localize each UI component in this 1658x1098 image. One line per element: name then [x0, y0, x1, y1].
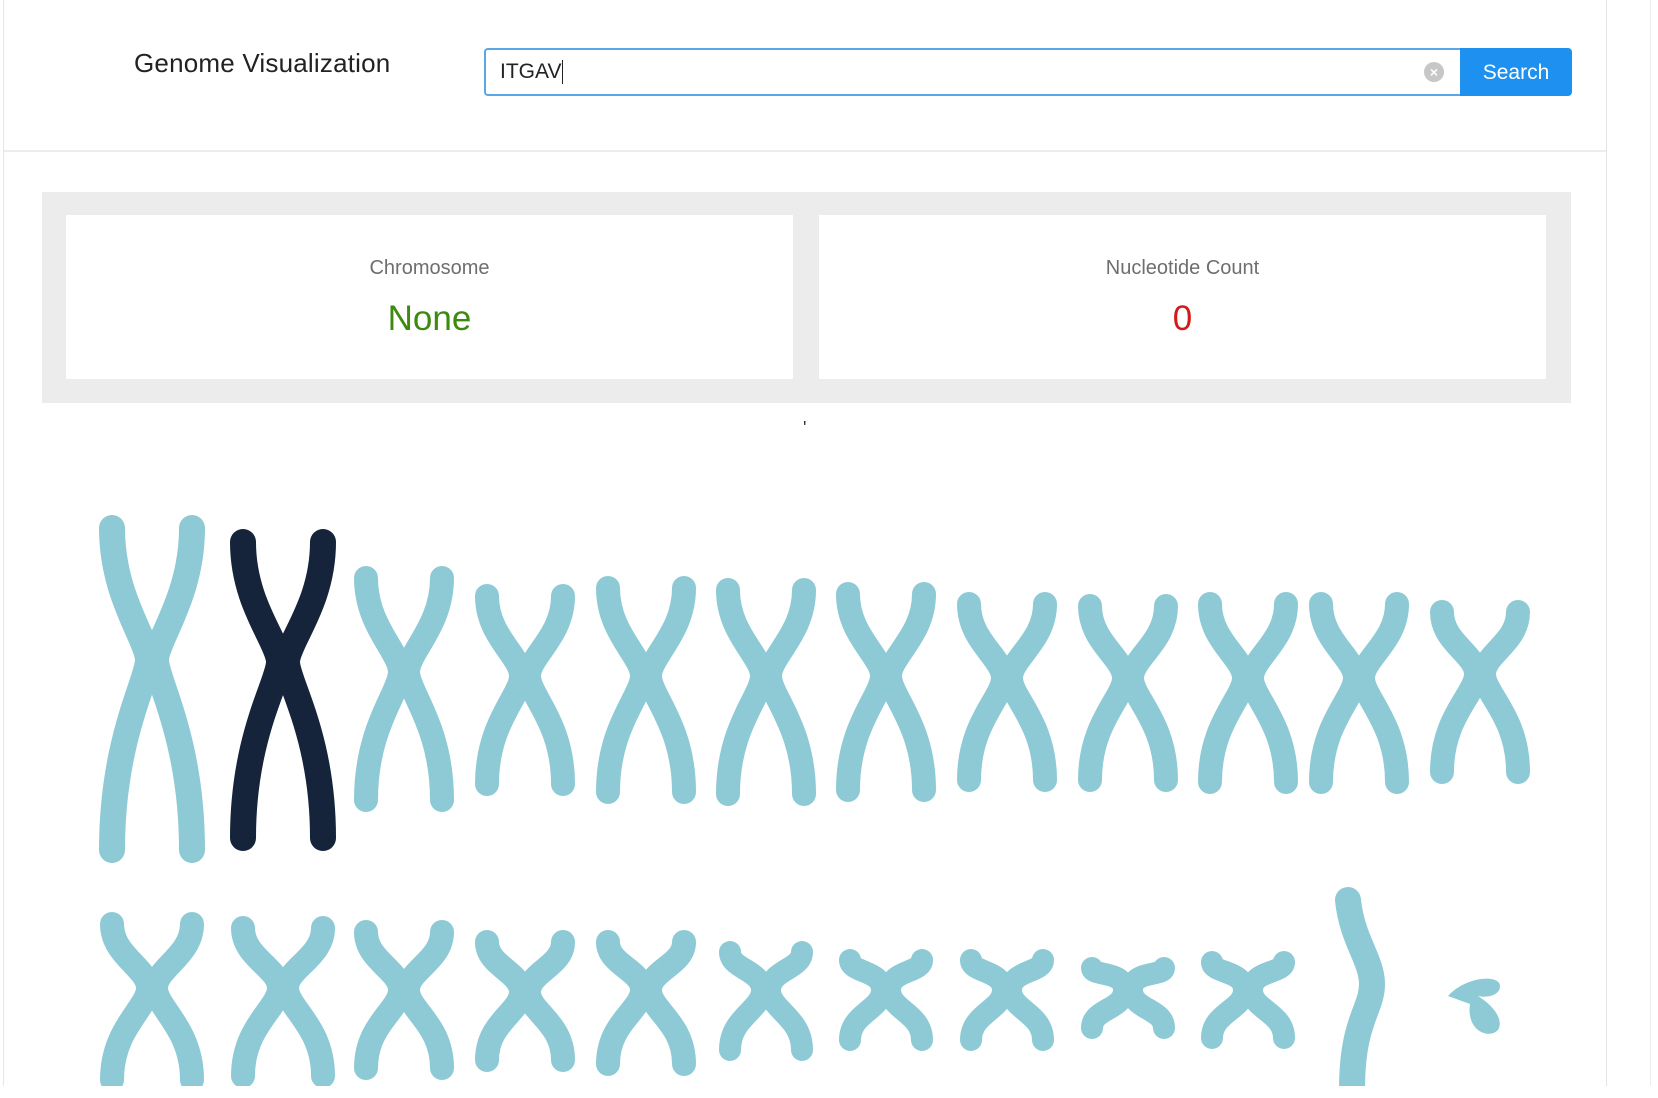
chromosome-18[interactable]	[719, 941, 813, 1061]
chromatid	[273, 529, 336, 851]
chromosome-22[interactable]	[1201, 951, 1295, 1049]
chromatid	[716, 578, 775, 806]
stats-panel: Chromosome None Nucleotide Count 0	[42, 192, 1571, 403]
chromatid	[836, 582, 895, 802]
chromatid	[395, 566, 454, 812]
chromatid	[719, 941, 774, 1061]
chromatid	[1201, 951, 1256, 1049]
chromatid	[637, 576, 696, 804]
karyotype-canvas	[99, 515, 1530, 1086]
chromatid	[1081, 957, 1136, 1039]
chromatid	[354, 920, 413, 1080]
chromosome-1[interactable]	[99, 515, 205, 863]
nucleotide-count-label: Nucleotide Count	[1105, 257, 1260, 279]
chromosome-7[interactable]	[836, 582, 936, 802]
chromatid	[1448, 978, 1500, 1034]
chromosome-11[interactable]	[1309, 592, 1409, 794]
clear-icon[interactable]: ×	[1424, 62, 1444, 82]
header-divider	[4, 150, 1606, 152]
chromatid	[757, 578, 816, 806]
chromatid	[143, 912, 204, 1086]
chromatid	[231, 916, 292, 1086]
chromatid	[637, 930, 696, 1076]
chromosome-8[interactable]	[957, 592, 1057, 792]
chromosome-label: Chromosome	[369, 257, 490, 279]
chromosome-value: None	[387, 299, 472, 338]
chromatid	[878, 949, 933, 1051]
chromosome-17[interactable]	[596, 930, 696, 1076]
chromosome-3[interactable]	[354, 566, 454, 812]
chromosome-13[interactable]	[100, 912, 204, 1086]
chromatid	[516, 930, 575, 1072]
chromatid	[1430, 600, 1489, 784]
chromatid	[475, 930, 534, 1072]
chromatid	[1119, 594, 1178, 792]
chromosome-19[interactable]	[839, 949, 933, 1051]
chromatid	[274, 916, 335, 1086]
chromatid	[230, 529, 293, 851]
right-border	[1606, 0, 1607, 1086]
chromatid	[475, 584, 534, 796]
chromosome-2[interactable]	[230, 529, 336, 851]
chromatid	[1335, 887, 1386, 1086]
chromatid	[596, 576, 655, 804]
chromatid	[1240, 951, 1295, 1049]
karyotype	[0, 500, 1606, 1086]
chromatid	[758, 941, 813, 1061]
chromatid	[957, 592, 1016, 792]
chromosome-12[interactable]	[1430, 600, 1530, 784]
chromosome-5[interactable]	[596, 576, 696, 804]
chromosome-4[interactable]	[475, 584, 575, 796]
nucleotide-count-value: 0	[1172, 299, 1193, 338]
chromatid	[354, 566, 413, 812]
chromosome-6[interactable]	[716, 578, 816, 806]
stray-text: '	[803, 418, 807, 438]
chromatid	[1120, 957, 1175, 1039]
search-field[interactable]: ITGAV ×	[484, 48, 1460, 96]
chromatid	[877, 582, 936, 802]
chromatid	[839, 949, 894, 1051]
chromatid	[1239, 592, 1298, 794]
search-input[interactable]: ITGAV	[500, 50, 1400, 94]
chromosome-card: Chromosome None	[66, 215, 793, 379]
search-button[interactable]: Search	[1460, 48, 1572, 96]
chromosome-24[interactable]	[1448, 978, 1500, 1034]
chromatid	[142, 515, 205, 863]
chromosome-15[interactable]	[354, 920, 454, 1080]
chromosome-14[interactable]	[231, 916, 335, 1086]
text-caret	[562, 60, 564, 85]
chromatid	[998, 592, 1057, 792]
nucleotide-count-card: Nucleotide Count 0	[819, 215, 1546, 379]
chromatid	[1471, 600, 1530, 784]
chromosome-9[interactable]	[1078, 594, 1178, 792]
chromosome-23[interactable]	[1335, 887, 1386, 1086]
page: Genome Visualization ITGAV × Search Chro…	[0, 0, 1658, 1098]
chromatid	[1078, 594, 1137, 792]
chromosome-10[interactable]	[1198, 592, 1298, 794]
chromatid	[99, 515, 162, 863]
chromatid	[999, 949, 1054, 1051]
chromatid	[516, 584, 575, 796]
right-edge	[1650, 0, 1651, 1086]
chromosome-16[interactable]	[475, 930, 575, 1072]
chromatid	[395, 920, 454, 1080]
chromatid	[100, 912, 161, 1086]
app-title: Genome Visualization	[134, 48, 391, 78]
chromatid	[1198, 592, 1257, 794]
chromatid	[960, 949, 1015, 1051]
chromatid	[1309, 592, 1368, 794]
chromosome-20[interactable]	[960, 949, 1054, 1051]
chromatid	[1350, 592, 1409, 794]
chromatid	[596, 930, 655, 1076]
search-input-value: ITGAV	[500, 60, 562, 83]
chromosome-21[interactable]	[1081, 957, 1175, 1039]
